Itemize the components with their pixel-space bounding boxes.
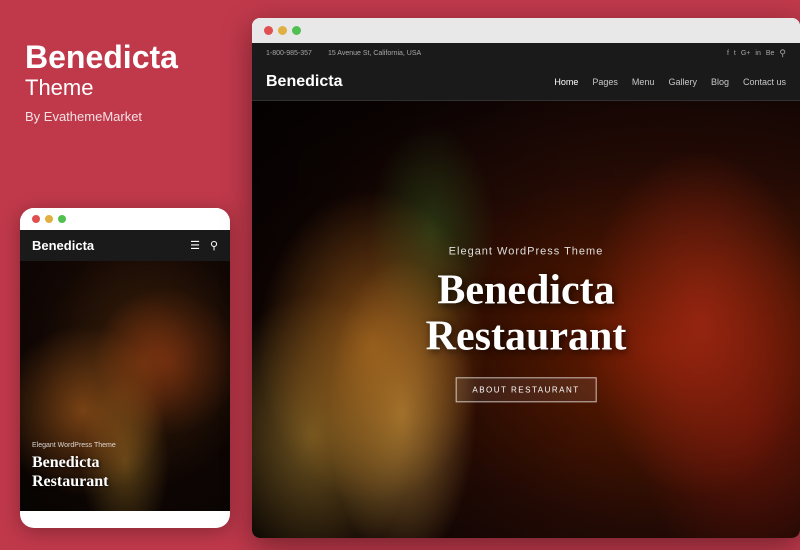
address-social: f t G+ in Be ⚲	[727, 48, 786, 59]
theme-title: Benedicta	[25, 40, 223, 75]
desktop-hero: Elegant WordPress Theme Benedicta Restau…	[252, 101, 800, 538]
nav-link-gallery[interactable]: Gallery	[668, 77, 697, 87]
desktop-headline: Benedicta Restaurant	[426, 267, 627, 359]
mobile-dot-yellow	[45, 215, 53, 223]
theme-title-block: Benedicta Theme By EvathemeMarket	[25, 40, 223, 124]
desktop-tagline: Elegant WordPress Theme	[426, 245, 627, 257]
search-icon[interactable]: ⚲	[779, 48, 786, 59]
nav-link-pages[interactable]: Pages	[592, 77, 618, 87]
theme-subtitle: Theme	[25, 75, 223, 101]
nav-link-menu[interactable]: Menu	[632, 77, 655, 87]
address-left: 1-800-985-357 15 Avenue St, California, …	[266, 50, 421, 57]
desktop-nav-logo: Benedicta	[266, 73, 342, 91]
search-icon: ⚲	[210, 239, 218, 252]
mobile-dot-red	[32, 215, 40, 223]
desktop-hero-content: Elegant WordPress Theme Benedicta Restau…	[426, 245, 627, 402]
chrome-dot-yellow	[278, 26, 287, 35]
desktop-nav-links: Home Pages Menu Gallery Blog Contact us	[554, 77, 786, 87]
desktop-chrome-bar	[252, 18, 800, 43]
chrome-dot-red	[264, 26, 273, 35]
desktop-address-bar: 1-800-985-357 15 Avenue St, California, …	[252, 43, 800, 64]
mobile-dot-green	[58, 215, 66, 223]
mobile-hero: Elegant WordPress Theme Benedicta Restau…	[20, 261, 230, 511]
about-restaurant-button[interactable]: ABOUT RESTAURANT	[455, 378, 596, 403]
chrome-dot-green	[292, 26, 301, 35]
mobile-nav-logo: Benedicta	[32, 238, 94, 253]
mobile-chrome-bar	[20, 208, 230, 230]
desktop-mockup: 1-800-985-357 15 Avenue St, California, …	[252, 18, 800, 538]
instagram-icon: in	[755, 50, 760, 57]
hamburger-icon: ☰	[190, 239, 200, 252]
address-phone: 1-800-985-357	[266, 50, 312, 57]
mobile-nav-bar: Benedicta ☰ ⚲	[20, 230, 230, 261]
left-panel: Benedicta Theme By EvathemeMarket Benedi…	[0, 0, 248, 550]
mobile-headline: Benedicta Restaurant	[32, 453, 116, 491]
mobile-nav-icons: ☰ ⚲	[190, 239, 218, 252]
behance-icon: Be	[766, 50, 775, 57]
mobile-mockup: Benedicta ☰ ⚲ Elegant WordPress Theme Be…	[20, 208, 230, 528]
mobile-hero-text: Elegant WordPress Theme Benedicta Restau…	[32, 442, 116, 491]
google-plus-icon: G+	[741, 50, 751, 57]
nav-link-blog[interactable]: Blog	[711, 77, 729, 87]
desktop-nav: Benedicta Home Pages Menu Gallery Blog C…	[252, 64, 800, 101]
nav-link-home[interactable]: Home	[554, 77, 578, 87]
facebook-icon: f	[727, 50, 729, 57]
twitter-icon: t	[734, 50, 736, 57]
mobile-tagline: Elegant WordPress Theme	[32, 442, 116, 449]
theme-by: By EvathemeMarket	[25, 109, 223, 124]
address-text: 15 Avenue St, California, USA	[328, 50, 421, 57]
nav-link-contact[interactable]: Contact us	[743, 77, 786, 87]
